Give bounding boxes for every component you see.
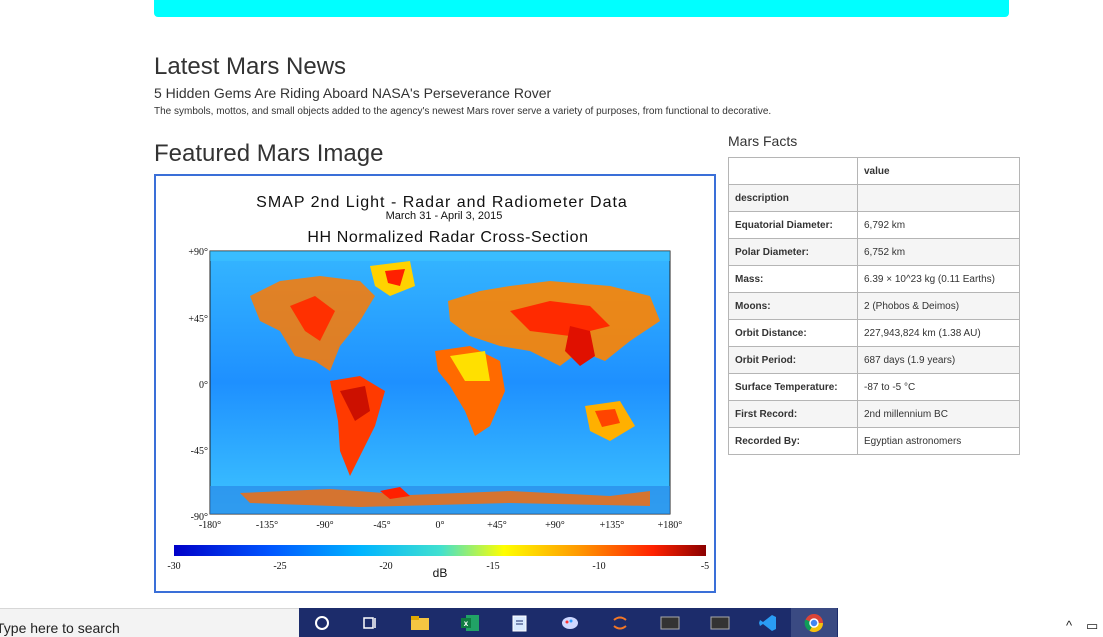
lat-axis-labels: +90° +45° 0° -45° -90° bbox=[188, 247, 208, 523]
fact-name: Polar Diameter: bbox=[728, 238, 858, 266]
fact-value: 2nd millennium BC bbox=[857, 400, 1020, 428]
colorbar-unit: dB bbox=[433, 566, 448, 580]
image-title: SMAP 2nd Light - Radar and Radiometer Da… bbox=[256, 194, 628, 211]
lon-label: +135° bbox=[600, 520, 625, 531]
fact-value bbox=[857, 184, 1020, 212]
search-placeholder: Type here to search bbox=[0, 620, 120, 636]
network-icon[interactable]: ▭ bbox=[1086, 618, 1098, 634]
lat-label: +45° bbox=[188, 314, 208, 325]
fact-name: Orbit Distance: bbox=[728, 319, 858, 347]
fact-name: Orbit Period: bbox=[728, 346, 858, 374]
featured-image-heading: Featured Mars Image bbox=[154, 140, 384, 167]
fact-name: description bbox=[728, 184, 858, 212]
colorbar-tick: -15 bbox=[486, 561, 499, 572]
table-header-cell bbox=[728, 157, 858, 185]
windows-taskbar: Type here to search x ^ ▭ bbox=[0, 608, 1103, 637]
image-dates: March 31 - April 3, 2015 bbox=[386, 210, 503, 222]
fact-value: 227,943,824 km (1.38 AU) bbox=[857, 319, 1020, 347]
file-explorer-icon[interactable] bbox=[397, 608, 443, 637]
lon-label: -180° bbox=[199, 520, 221, 531]
colorbar-tick: -20 bbox=[379, 561, 392, 572]
fact-value: Egyptian astronomers bbox=[857, 427, 1020, 455]
lon-label: -45° bbox=[373, 520, 390, 531]
lon-label: 0° bbox=[436, 520, 445, 531]
table-row: First Record: 2nd millennium BC bbox=[728, 400, 1020, 428]
jupyter-icon[interactable] bbox=[597, 608, 643, 637]
lon-label: -135° bbox=[256, 520, 278, 531]
table-row: Orbit Period: 687 days (1.9 years) bbox=[728, 346, 1020, 374]
fact-name: Recorded By: bbox=[728, 427, 858, 455]
table-row: Mass: 6.39 × 10^23 kg (0.11 Earths) bbox=[728, 265, 1020, 293]
colorbar-tick: -5 bbox=[701, 561, 709, 572]
mars-facts-table: value description Equatorial Diameter: 6,… bbox=[728, 157, 1020, 455]
lon-axis-labels: -180° -135° -90° -45° 0° +45° +90° +135°… bbox=[199, 520, 682, 531]
lat-label: 0° bbox=[199, 380, 208, 391]
chrome-icon[interactable] bbox=[791, 608, 837, 637]
colorbar-tick: -25 bbox=[273, 561, 286, 572]
table-row: description bbox=[728, 184, 1020, 212]
fact-name: First Record: bbox=[728, 400, 858, 428]
map-plot bbox=[209, 250, 671, 515]
chevron-up-icon[interactable]: ^ bbox=[1066, 618, 1072, 633]
table-row: Polar Diameter: 6,752 km bbox=[728, 238, 1020, 266]
fact-value: 6,752 km bbox=[857, 238, 1020, 266]
featured-image[interactable]: SMAP 2nd Light - Radar and Radiometer Da… bbox=[154, 174, 716, 593]
table-row: Orbit Distance: 227,943,824 km (1.38 AU) bbox=[728, 319, 1020, 347]
top-banner bbox=[154, 0, 1009, 17]
task-view-icon[interactable] bbox=[347, 608, 393, 637]
table-row: Surface Temperature: -87 to -5 °C bbox=[728, 373, 1020, 401]
fact-name: Moons: bbox=[728, 292, 858, 320]
taskbar-search-box[interactable]: Type here to search bbox=[0, 608, 299, 637]
news-heading: Latest Mars News bbox=[154, 53, 347, 80]
news-title[interactable]: 5 Hidden Gems Are Riding Aboard NASA's P… bbox=[154, 85, 551, 101]
taskbar-apps: x bbox=[299, 608, 838, 637]
mars-facts-label: Mars Facts bbox=[728, 133, 798, 149]
fact-name: Equatorial Diameter: bbox=[728, 211, 858, 239]
svg-text:x: x bbox=[464, 619, 469, 628]
paint-icon[interactable] bbox=[547, 608, 593, 637]
fact-value: 6,792 km bbox=[857, 211, 1020, 239]
fact-value: 6.39 × 10^23 kg (0.11 Earths) bbox=[857, 265, 1020, 293]
table-header-row: value bbox=[728, 157, 1020, 185]
smap-radar-map: SMAP 2nd Light - Radar and Radiometer Da… bbox=[167, 194, 709, 580]
colorbar bbox=[174, 545, 706, 556]
lat-label: -45° bbox=[191, 446, 208, 457]
notepad-icon[interactable] bbox=[497, 608, 543, 637]
terminal-icon[interactable] bbox=[697, 608, 743, 637]
lon-label: +90° bbox=[545, 520, 565, 531]
table-row: Recorded By: Egyptian astronomers bbox=[728, 427, 1020, 455]
lon-label: +180° bbox=[658, 520, 683, 531]
vscode-icon[interactable] bbox=[745, 608, 791, 637]
table-row: Moons: 2 (Phobos & Deimos) bbox=[728, 292, 1020, 320]
lon-label: +45° bbox=[487, 520, 507, 531]
cortana-icon[interactable] bbox=[299, 608, 345, 637]
image-subtitle: HH Normalized Radar Cross-Section bbox=[307, 229, 588, 246]
excel-icon[interactable]: x bbox=[447, 608, 493, 637]
table-row: Equatorial Diameter: 6,792 km bbox=[728, 211, 1020, 239]
table-header-cell: value bbox=[857, 157, 1020, 185]
system-tray: ^ ▭ bbox=[838, 608, 1103, 637]
fact-name: Surface Temperature: bbox=[728, 373, 858, 401]
colorbar-tick: -10 bbox=[592, 561, 605, 572]
fact-value: 687 days (1.9 years) bbox=[857, 346, 1020, 374]
news-teaser: The symbols, mottos, and small objects a… bbox=[154, 106, 772, 117]
lat-label: +90° bbox=[188, 247, 208, 258]
colorbar-tick: -30 bbox=[167, 561, 180, 572]
terminal-icon[interactable] bbox=[647, 608, 693, 637]
fact-value: 2 (Phobos & Deimos) bbox=[857, 292, 1020, 320]
fact-name: Mass: bbox=[728, 265, 858, 293]
lon-label: -90° bbox=[316, 520, 333, 531]
fact-value: -87 to -5 °C bbox=[857, 373, 1020, 401]
